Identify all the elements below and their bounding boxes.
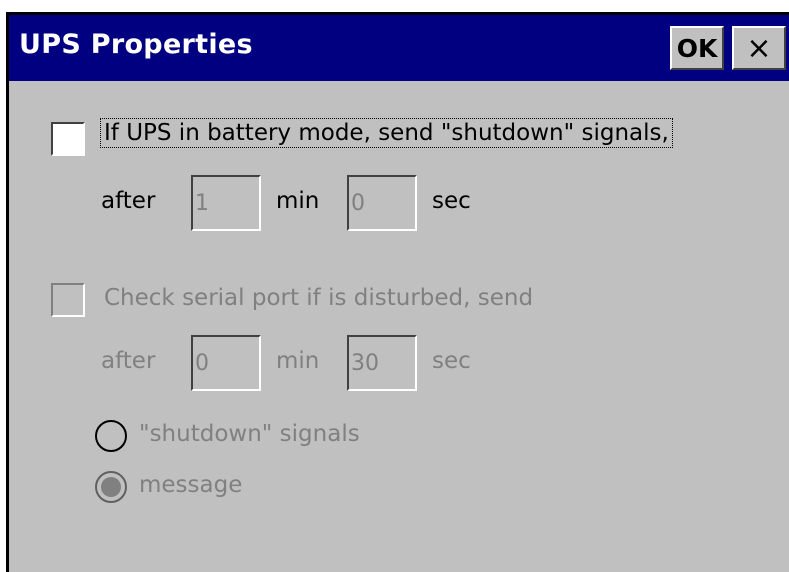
serial-min-input[interactable] — [191, 335, 261, 391]
battery-after-label: after — [101, 188, 156, 214]
battery-shutdown-checkbox[interactable] — [51, 122, 85, 156]
serial-check-label[interactable]: Check serial port if is disturbed, send — [104, 285, 533, 311]
battery-shutdown-focus: If UPS in battery mode, send "shutdown" … — [100, 118, 673, 148]
battery-shutdown-label[interactable]: If UPS in battery mode, send "shutdown" … — [104, 120, 669, 146]
dialog-title: UPS Properties — [19, 29, 253, 60]
battery-sec-input[interactable] — [347, 175, 417, 231]
shutdown-signals-radio[interactable] — [95, 420, 127, 452]
serial-check-checkbox[interactable] — [51, 283, 85, 317]
title-bar: UPS Properties OK × — [9, 15, 789, 81]
message-radio[interactable] — [95, 471, 127, 503]
ok-button[interactable]: OK — [670, 26, 724, 70]
close-button[interactable]: × — [732, 26, 786, 70]
serial-sec-label: sec — [432, 348, 471, 374]
battery-min-label: min — [276, 188, 320, 214]
battery-sec-label: sec — [432, 188, 471, 214]
serial-sec-input[interactable] — [347, 335, 417, 391]
close-icon: × — [746, 30, 772, 66]
message-radio-label[interactable]: message — [139, 472, 242, 498]
shutdown-signals-radio-label[interactable]: "shutdown" signals — [139, 421, 360, 447]
ups-properties-dialog: UPS Properties OK × If UPS in battery mo… — [6, 12, 789, 572]
serial-min-label: min — [276, 348, 320, 374]
battery-min-input[interactable] — [191, 175, 261, 231]
serial-after-label: after — [101, 348, 156, 374]
